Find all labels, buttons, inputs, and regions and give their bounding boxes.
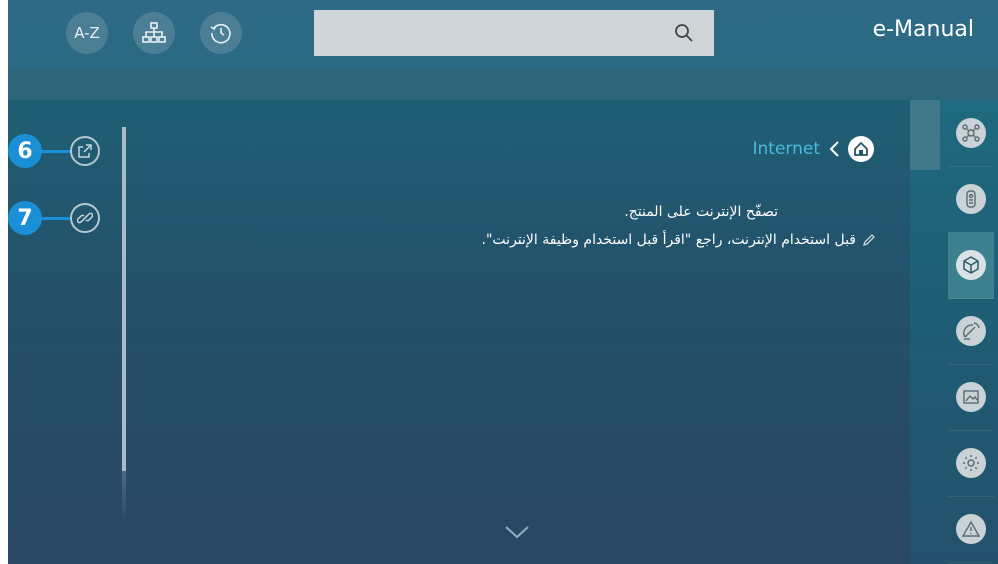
rail-item-picture-sound[interactable] — [948, 364, 994, 431]
rail-item-broadcast[interactable] — [948, 298, 994, 365]
e-manual-screen: A-Z e-Manual 6 7 Internet تصفّح الإنترنت… — [0, 0, 998, 564]
rail-circle — [956, 316, 986, 346]
history-button[interactable] — [200, 12, 242, 54]
header-band — [8, 68, 998, 100]
breadcrumb-label[interactable]: Internet — [752, 139, 820, 159]
rail-scroll-thumb[interactable] — [910, 100, 940, 170]
breadcrumb: Internet — [752, 136, 874, 162]
callout-number: 6 — [17, 138, 33, 164]
rail-circle — [956, 250, 986, 280]
smart-features-icon — [963, 256, 979, 274]
warning-icon — [961, 520, 981, 537]
content-scrollbar-fade — [122, 471, 126, 523]
callout-line — [40, 150, 70, 153]
sitemap-button[interactable] — [133, 12, 175, 54]
rail-item-smart-features[interactable] — [948, 232, 994, 299]
external-link-icon — [78, 144, 92, 158]
rail-circle — [956, 118, 986, 148]
sitemap-icon — [142, 22, 166, 43]
az-button[interactable]: A-Z — [66, 12, 108, 54]
callout-number: 7 — [17, 205, 33, 231]
rail-item-troubleshooting[interactable] — [948, 496, 994, 563]
link-button[interactable] — [70, 203, 100, 233]
callout-badge-7: 7 — [8, 201, 42, 235]
description-text: تصفّح الإنترنت على المنتج. — [624, 204, 778, 220]
rail-item-connections[interactable] — [948, 100, 994, 167]
picture-sound-icon — [963, 390, 979, 404]
app-title: e-Manual — [872, 17, 974, 42]
rail-item-remote[interactable] — [948, 166, 994, 233]
search-input[interactable] — [314, 10, 714, 56]
home-button[interactable] — [848, 136, 874, 162]
chevron-down-icon[interactable] — [504, 524, 530, 540]
broadcast-icon — [963, 322, 980, 340]
note-row: قبل استخدام الإنترنت، راجع "اقرأ قبل است… — [482, 232, 876, 248]
search-icon[interactable] — [674, 23, 694, 43]
chevron-left-icon — [829, 141, 839, 157]
az-button-label: A-Z — [74, 24, 100, 42]
history-icon — [210, 23, 231, 44]
rail-circle — [956, 382, 986, 412]
note-text: قبل استخدام الإنترنت، راجع "اقرأ قبل است… — [481, 232, 856, 248]
pencil-icon — [862, 234, 875, 247]
content-panel: 6 7 Internet تصفّح الإنترنت على المنتج. … — [8, 100, 910, 564]
rail-circle — [956, 184, 986, 214]
callout-badge-6: 6 — [8, 134, 42, 168]
link-icon — [77, 212, 93, 224]
rail-circle — [956, 514, 986, 544]
settings-icon — [963, 455, 979, 471]
top-bar: A-Z e-Manual — [8, 0, 998, 68]
rail-circle — [956, 448, 986, 478]
rail-item-settings[interactable] — [948, 430, 994, 497]
search-box[interactable] — [314, 10, 714, 56]
home-icon — [854, 141, 868, 156]
external-link-button[interactable] — [70, 136, 100, 166]
remote-icon — [966, 190, 976, 208]
callout-line — [40, 217, 70, 220]
connections-icon — [962, 124, 980, 142]
content-scrollbar[interactable] — [122, 127, 126, 471]
